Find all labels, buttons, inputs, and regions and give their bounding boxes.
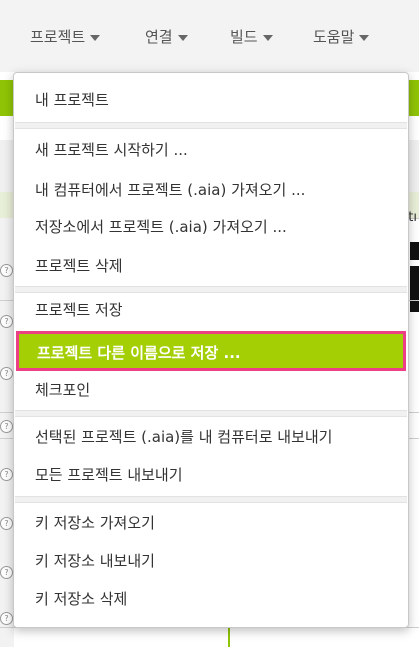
chevron-down-icon bbox=[90, 34, 101, 41]
nav-menu-help[interactable]: 도움말 bbox=[313, 26, 370, 47]
help-icon[interactable]: ? bbox=[0, 468, 13, 481]
menu-item-export-all-projects[interactable]: 모든 프로젝트 내보내기 bbox=[14, 455, 408, 495]
help-icon[interactable]: ? bbox=[0, 612, 13, 625]
menu-item-save-project-as[interactable]: 프로젝트 다른 이름으로 저장 ... bbox=[16, 331, 406, 371]
top-nav-bar: 프로젝트 연결 빌드 도움말 bbox=[0, 0, 419, 72]
nav-menu-project[interactable]: 프로젝트 bbox=[30, 26, 101, 47]
menu-separator bbox=[15, 122, 407, 129]
nav-menu-connect-label: 연결 bbox=[145, 28, 173, 46]
chevron-down-icon bbox=[262, 34, 273, 41]
menu-item-delete-keystore[interactable]: 키 저장소 삭제 bbox=[14, 579, 408, 619]
menu-item-checkpoint[interactable]: 체크포인 bbox=[14, 370, 408, 410]
menu-item-import-keystore[interactable]: 키 저장소 가져오기 bbox=[14, 503, 408, 543]
chevron-down-icon bbox=[359, 34, 370, 41]
menu-item-import-project-from-computer[interactable]: 내 컴퓨터에서 프로젝트 (.aia) 가져오기 ... bbox=[14, 170, 408, 210]
project-dropdown-menu: 내 프로젝트 새 프로젝트 시작하기 ... 내 컴퓨터에서 프로젝트 (.ai… bbox=[13, 72, 409, 628]
help-icon[interactable]: ? bbox=[0, 264, 13, 277]
nav-menu-project-label: 프로젝트 bbox=[30, 28, 86, 46]
menu-separator bbox=[15, 496, 407, 503]
menu-separator bbox=[15, 410, 407, 417]
menu-item-save-project[interactable]: 프로젝트 저장 bbox=[14, 290, 408, 330]
nav-menu-build[interactable]: 빌드 bbox=[230, 26, 273, 47]
background-dark-swatch bbox=[410, 266, 419, 312]
menu-item-import-project-from-repository[interactable]: 저장소에서 프로젝트 (.aia) 가져오기 ... bbox=[14, 207, 408, 247]
menu-item-export-selected-project[interactable]: 선택된 프로젝트 (.aia)를 내 컴퓨터로 내보내기 bbox=[14, 417, 408, 457]
help-icon[interactable]: ? bbox=[0, 315, 13, 328]
help-icon[interactable]: ? bbox=[0, 566, 13, 579]
nav-menu-build-label: 빌드 bbox=[230, 28, 258, 46]
menu-item-export-keystore[interactable]: 키 저장소 내보내기 bbox=[14, 541, 408, 581]
menu-item-my-projects[interactable]: 내 프로젝트 bbox=[14, 80, 408, 120]
background-properties-label: tı bbox=[408, 210, 417, 225]
menu-item-new-project[interactable]: 새 프로젝트 시작하기 ... bbox=[14, 130, 408, 170]
chevron-down-icon bbox=[177, 34, 188, 41]
help-icon[interactable]: ? bbox=[0, 367, 13, 380]
help-icon[interactable]: ? bbox=[0, 517, 13, 530]
help-icon[interactable]: ? bbox=[0, 420, 13, 433]
nav-menu-connect[interactable]: 연결 bbox=[145, 26, 188, 47]
menu-item-delete-project[interactable]: 프로젝트 삭제 bbox=[14, 246, 408, 286]
nav-menu-help-label: 도움말 bbox=[313, 28, 355, 46]
background-dark-swatch bbox=[410, 242, 419, 260]
